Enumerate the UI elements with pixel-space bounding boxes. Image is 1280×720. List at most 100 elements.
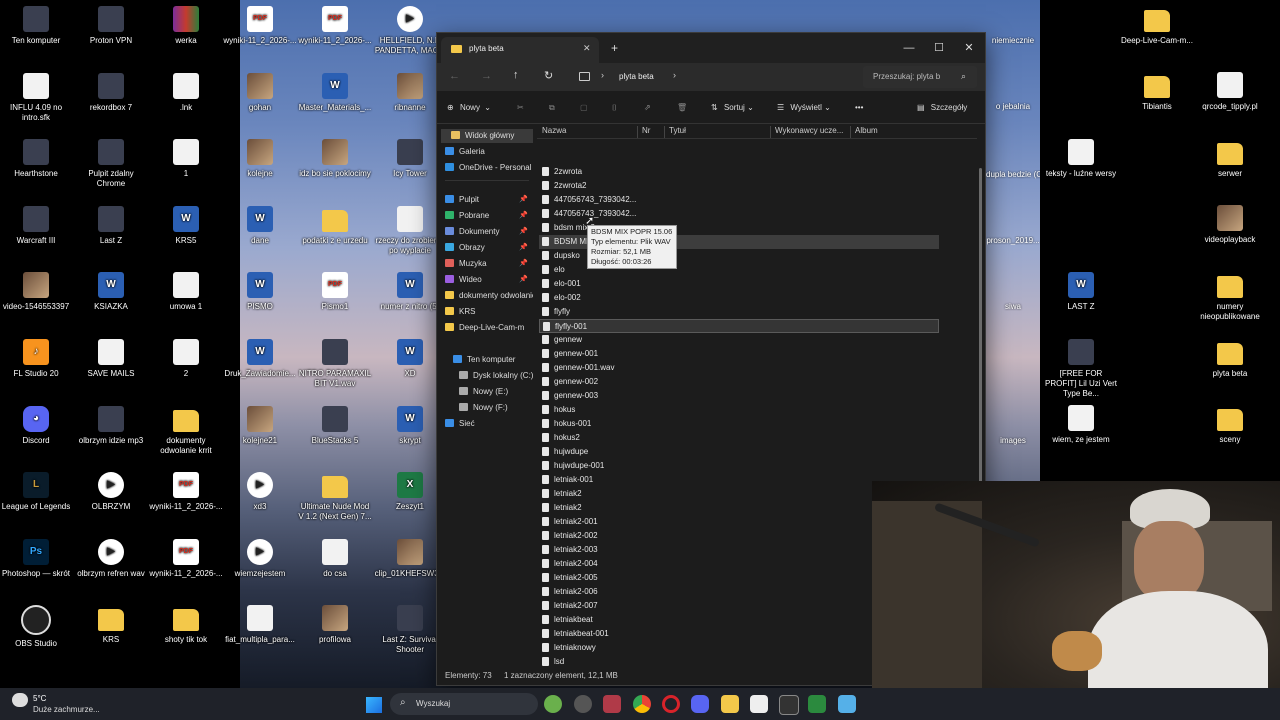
- file-explorer-icon[interactable]: [721, 695, 739, 713]
- file-row[interactable]: gennew-001: [539, 347, 939, 361]
- column-header[interactable]: Wykonawcy ucze...: [775, 126, 843, 135]
- desktop-icon[interactable]: podatki z e urzedu: [297, 206, 373, 246]
- nav-item[interactable]: Deep-Live-Cam-m: [445, 321, 524, 335]
- desktop-icon[interactable]: ▶ wiemzejestem: [222, 538, 298, 579]
- desktop-icon[interactable]: PDF wyniki-11_2_2026-...: [148, 472, 224, 512]
- desktop-icon[interactable]: W KRS5: [148, 205, 224, 246]
- close-tab-icon[interactable]: ✕: [583, 43, 591, 54]
- desktop-icon[interactable]: Wdane: [222, 205, 298, 246]
- nav-item[interactable]: Obrazy: [445, 241, 485, 255]
- desktop-icon[interactable]: Tibiantis: [1119, 72, 1195, 112]
- desktop-icon[interactable]: dokumenty odwolanie krrit: [148, 406, 224, 456]
- file-row[interactable]: flyfly: [539, 305, 939, 319]
- nav-item[interactable]: OneDrive - Personal: [445, 161, 531, 175]
- cut-icon[interactable]: ✂: [517, 101, 524, 115]
- desktop-icon[interactable]: qrcode_tipply.pl: [1192, 72, 1268, 112]
- nav-item[interactable]: KRS: [445, 305, 475, 319]
- column-header[interactable]: Nazwa: [542, 126, 566, 135]
- discord-icon[interactable]: [691, 695, 709, 713]
- file-row[interactable]: gennew: [539, 333, 939, 347]
- desktop-icon[interactable]: shoty tik tok: [148, 605, 224, 645]
- terminal-icon[interactable]: [779, 695, 799, 715]
- nav-item[interactable]: Pobrane: [445, 209, 489, 223]
- desktop-icon[interactable]: kolejne21: [222, 405, 298, 446]
- nav-item[interactable]: Wideo: [445, 273, 482, 287]
- desktop-icon-label[interactable]: o jebalnia: [986, 102, 1040, 111]
- paste-icon[interactable]: ▢: [580, 101, 588, 115]
- desktop-icon[interactable]: PDF wyniki-11_2_2026-...: [222, 6, 298, 46]
- minimize-button[interactable]: —: [899, 39, 919, 57]
- nav-item[interactable]: Sieć: [445, 417, 475, 431]
- file-row[interactable]: 2zwrota: [539, 165, 939, 179]
- column-divider[interactable]: [770, 126, 771, 138]
- desktop-icon[interactable]: [FREE FOR PROFIT] Lil Uzi Vert Type Be..…: [1043, 339, 1119, 399]
- desktop-icon[interactable]: gohan: [222, 72, 298, 113]
- nav-item[interactable]: Pulpit: [445, 193, 479, 207]
- weather-desc[interactable]: Duże zachmurze...: [33, 705, 100, 714]
- desktop-icon[interactable]: ♪ FL Studio 20: [0, 339, 74, 379]
- desktop-icon[interactable]: Proton VPN: [73, 6, 149, 46]
- desktop-icon[interactable]: NITRO PARAMAXIL BIT V1.wav: [297, 339, 373, 389]
- file-row[interactable]: hujwdupe: [539, 445, 939, 459]
- desktop-icon[interactable]: PDF wyniki-11_2_2026-...: [148, 538, 224, 579]
- file-row[interactable]: 447056743_7393042...: [539, 207, 939, 221]
- opera-icon[interactable]: [662, 695, 680, 713]
- file-row[interactable]: hokus: [539, 403, 939, 417]
- nav-item[interactable]: Nowy (F:): [459, 401, 508, 415]
- more-options-button[interactable]: •••: [855, 101, 863, 115]
- share-icon[interactable]: ⇗: [644, 101, 651, 115]
- file-row[interactable]: gennew-003: [539, 389, 939, 403]
- file-row[interactable]: hokus-001: [539, 417, 939, 431]
- desktop-icon[interactable]: wiem, ze jestem: [1043, 405, 1119, 445]
- desktop-icon[interactable]: W LAST Z: [1043, 272, 1119, 312]
- desktop-icon[interactable]: olbrzym idzie mp3: [73, 405, 149, 446]
- nav-item[interactable]: dokumenty odwolanie krrit: [445, 289, 533, 303]
- desktop-icon-label[interactable]: niemiecznie: [986, 36, 1040, 45]
- breadcrumb[interactable]: › plyta beta ›: [569, 66, 857, 88]
- column-header[interactable]: Tytuł: [669, 126, 686, 135]
- column-divider[interactable]: [637, 126, 638, 138]
- nav-item[interactable]: Galeria: [445, 145, 485, 159]
- vertical-scrollbar[interactable]: [979, 168, 982, 488]
- taskbar-search[interactable]: ⌕ Wyszukaj: [390, 693, 538, 715]
- desktop-icon[interactable]: PDF wyniki-11_2_2026-...: [297, 6, 373, 46]
- delete-icon[interactable]: 🗑: [677, 101, 687, 115]
- file-row[interactable]: 447056743_7393042...: [539, 193, 939, 207]
- file-row[interactable]: 2zwrota2: [539, 179, 939, 193]
- desktop-icon[interactable]: umowa 1: [148, 272, 224, 312]
- desktop-icon-label[interactable]: siwa: [986, 302, 1040, 311]
- desktop-icon[interactable]: ▶ xd3: [222, 472, 298, 512]
- nav-item[interactable]: Nowy (E:): [459, 385, 508, 399]
- app-icon[interactable]: [544, 695, 562, 713]
- app-icon[interactable]: [808, 695, 826, 713]
- desktop-icon-label[interactable]: images: [986, 436, 1040, 445]
- desktop-icon[interactable]: 1: [148, 139, 224, 179]
- file-row[interactable]: elo-002: [539, 291, 939, 305]
- up-icon[interactable]: ↑: [513, 69, 519, 81]
- nav-item[interactable]: Dysk lokalny (C:): [459, 369, 533, 383]
- notepad-icon[interactable]: [838, 695, 856, 713]
- desktop-icon[interactable]: teksty - luźne wersy: [1043, 139, 1119, 179]
- refresh-icon[interactable]: ↻: [544, 69, 553, 82]
- desktop-icon[interactable]: profilowa: [297, 605, 373, 645]
- desktop-icon[interactable]: werka: [148, 6, 224, 46]
- search-input[interactable]: Przeszukaj: plyta b ⌕: [863, 66, 977, 88]
- nav-item[interactable]: Ten komputer: [453, 353, 515, 367]
- desktop-icon[interactable]: do csa: [297, 538, 373, 579]
- desktop-icon[interactable]: kolejne: [222, 139, 298, 179]
- desktop-icon[interactable]: rekordbox 7: [73, 72, 149, 113]
- column-divider[interactable]: [850, 126, 851, 138]
- forward-icon[interactable]: →: [481, 70, 492, 82]
- desktop-icon[interactable]: video-1546553397: [0, 272, 74, 312]
- desktop-icon-label[interactable]: dupla bedzie (OFFICIA...: [986, 170, 1040, 179]
- desktop-icon[interactable]: W Druk_Zawiadomie...: [222, 339, 298, 379]
- desktop-icon[interactable]: Ten komputer: [0, 6, 74, 46]
- desktop-icon[interactable]: Pulpit zdalny Chrome: [73, 139, 149, 189]
- rename-icon[interactable]: ⌷: [612, 101, 617, 115]
- desktop-icon[interactable]: serwer: [1192, 139, 1268, 179]
- desktop-icon[interactable]: idz bo sie poklocimy: [297, 139, 373, 179]
- file-row[interactable]: flyfly-001: [539, 319, 939, 333]
- sort-button[interactable]: ⇅ Sortuj ⌄: [711, 101, 754, 115]
- file-row[interactable]: hokus2: [539, 431, 939, 445]
- nav-item[interactable]: Widok główny: [441, 129, 533, 143]
